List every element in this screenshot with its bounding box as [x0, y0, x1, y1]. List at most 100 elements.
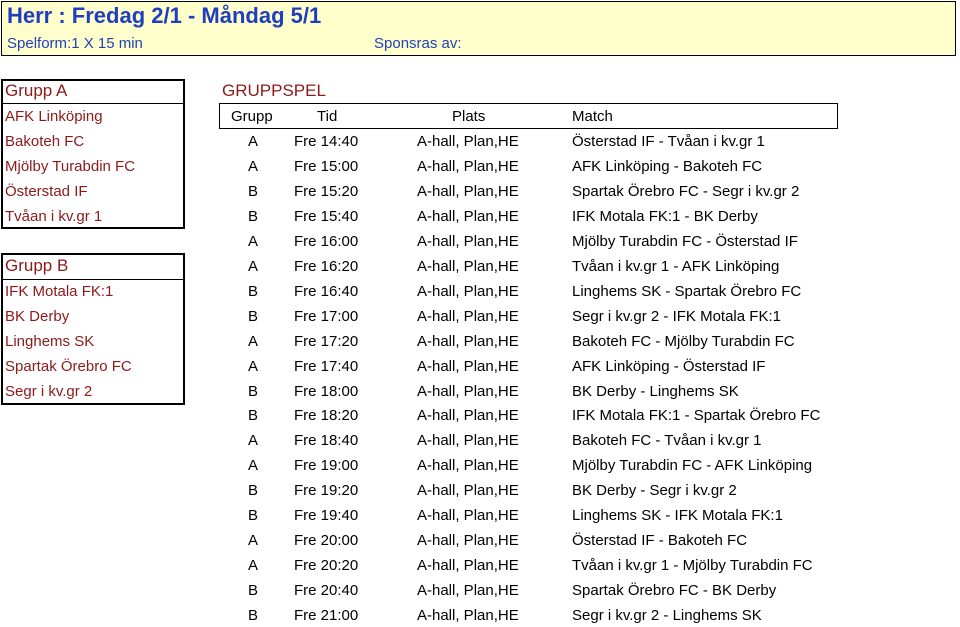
game-format: Spelform:1 X 15 min [7, 35, 143, 52]
venue-cell: A-hall, Plan,HE [417, 507, 519, 524]
group-cell: A [248, 532, 259, 549]
venue-cell: A-hall, Plan,HE [417, 183, 519, 200]
venue-cell: A-hall, Plan,HE [417, 607, 519, 624]
team-item: Mjölby Turabdin FC [5, 158, 136, 175]
match-cell: Österstad IF - Bakoteh FC [572, 532, 748, 549]
venue-cell: A-hall, Plan,HE [417, 258, 519, 275]
divider [1, 103, 185, 104]
group-cell: B [248, 507, 259, 524]
group-cell: B [248, 482, 259, 499]
group-cell: B [248, 308, 259, 325]
venue-cell: A-hall, Plan,HE [417, 133, 519, 150]
match-cell: Spartak Örebro FC - Segr i kv.gr 2 [572, 183, 800, 200]
match-cell: Mjölby Turabdin FC - Österstad IF [572, 233, 798, 250]
venue-cell: A-hall, Plan,HE [417, 582, 519, 599]
group-cell: A [248, 432, 259, 449]
team-item: Linghems SK [5, 333, 95, 350]
time-cell: Fre 15:20 [294, 183, 359, 200]
time-cell: Fre 15:40 [294, 208, 359, 225]
group-cell: A [248, 557, 259, 574]
match-cell: Bakoteh FC - Mjölby Turabdin FC [572, 333, 795, 350]
venue-cell: A-hall, Plan,HE [417, 283, 519, 300]
team-item: AFK Linköping [5, 108, 103, 125]
group-b-label: Grupp B [5, 256, 69, 275]
time-cell: Fre 17:40 [294, 358, 359, 375]
match-cell: Mjölby Turabdin FC - AFK Linköping [572, 457, 813, 474]
venue-cell: A-hall, Plan,HE [417, 457, 519, 474]
team-item: IFK Motala FK:1 [5, 283, 114, 300]
venue-cell: A-hall, Plan,HE [417, 532, 519, 549]
venue-cell: A-hall, Plan,HE [417, 233, 519, 250]
match-cell: Segr i kv.gr 2 - Linghems SK [572, 607, 762, 624]
match-cell: AFK Linköping - Bakoteh FC [572, 158, 763, 175]
time-cell: Fre 18:40 [294, 432, 359, 449]
schedule-title: GRUPPSPEL [222, 81, 326, 100]
match-cell: Linghems SK - IFK Motala FK:1 [572, 507, 783, 524]
time-cell: Fre 18:20 [294, 407, 359, 424]
match-cell: BK Derby - Segr i kv.gr 2 [572, 482, 737, 499]
header-banner: Herr : Fredag 2/1 - Måndag 5/1 Spelform:… [1, 1, 956, 56]
column-header-venue: Plats [452, 108, 486, 125]
venue-cell: A-hall, Plan,HE [417, 208, 519, 225]
group-cell: A [248, 133, 259, 150]
time-cell: Fre 17:20 [294, 333, 359, 350]
match-cell: Österstad IF - Tvåan i kv.gr 1 [572, 133, 765, 150]
time-cell: Fre 15:00 [294, 158, 359, 175]
venue-cell: A-hall, Plan,HE [417, 432, 519, 449]
column-header-time: Tid [317, 108, 338, 125]
match-cell: IFK Motala FK:1 - Spartak Örebro FC [572, 407, 821, 424]
page-title: Herr : Fredag 2/1 - Måndag 5/1 [7, 3, 322, 28]
time-cell: Fre 16:20 [294, 258, 359, 275]
group-cell: B [248, 582, 259, 599]
time-cell: Fre 19:00 [294, 457, 359, 474]
match-cell: Spartak Örebro FC - BK Derby [572, 582, 777, 599]
team-item: BK Derby [5, 308, 70, 325]
group-cell: A [248, 333, 259, 350]
time-cell: Fre 18:00 [294, 383, 359, 400]
group-cell: A [248, 258, 259, 275]
schedule-header-box [219, 103, 838, 129]
venue-cell: A-hall, Plan,HE [417, 383, 519, 400]
venue-cell: A-hall, Plan,HE [417, 158, 519, 175]
team-item: Tvåan i kv.gr 1 [5, 208, 103, 225]
match-cell: Tvåan i kv.gr 1 - Mjölby Turabdin FC [572, 557, 813, 574]
time-cell: Fre 17:00 [294, 308, 359, 325]
group-cell: B [248, 283, 259, 300]
group-cell: B [248, 383, 259, 400]
divider [1, 279, 185, 280]
match-cell: BK Derby - Linghems SK [572, 383, 739, 400]
match-cell: Linghems SK - Spartak Örebro FC [572, 283, 802, 300]
time-cell: Fre 20:40 [294, 582, 359, 599]
match-cell: IFK Motala FK:1 - BK Derby [572, 208, 758, 225]
group-a-label: Grupp A [5, 81, 68, 100]
group-cell: A [248, 233, 259, 250]
group-cell: B [248, 183, 259, 200]
match-cell: Bakoteh FC - Tvåan i kv.gr 1 [572, 432, 762, 449]
group-cell: B [248, 208, 259, 225]
group-cell: A [248, 457, 259, 474]
time-cell: Fre 16:40 [294, 283, 359, 300]
time-cell: Fre 20:00 [294, 532, 359, 549]
venue-cell: A-hall, Plan,HE [417, 358, 519, 375]
match-cell: AFK Linköping - Österstad IF [572, 358, 766, 375]
match-cell: Tvåan i kv.gr 1 - AFK Linköping [572, 258, 780, 275]
team-item: Segr i kv.gr 2 [5, 383, 93, 400]
team-item: Österstad IF [5, 183, 88, 200]
group-cell: A [248, 358, 259, 375]
column-header-match: Match [572, 108, 613, 125]
venue-cell: A-hall, Plan,HE [417, 308, 519, 325]
time-cell: Fre 16:00 [294, 233, 359, 250]
sponsor-label: Sponsras av: [374, 35, 462, 52]
group-cell: B [248, 407, 259, 424]
group-cell: B [248, 607, 259, 624]
time-cell: Fre 21:00 [294, 607, 359, 624]
team-item: Spartak Örebro FC [5, 358, 132, 375]
time-cell: Fre 14:40 [294, 133, 359, 150]
venue-cell: A-hall, Plan,HE [417, 557, 519, 574]
venue-cell: A-hall, Plan,HE [417, 333, 519, 350]
column-header-group: Grupp [231, 108, 273, 125]
match-cell: Segr i kv.gr 2 - IFK Motala FK:1 [572, 308, 781, 325]
venue-cell: A-hall, Plan,HE [417, 482, 519, 499]
group-a-box [1, 79, 185, 229]
time-cell: Fre 19:20 [294, 482, 359, 499]
